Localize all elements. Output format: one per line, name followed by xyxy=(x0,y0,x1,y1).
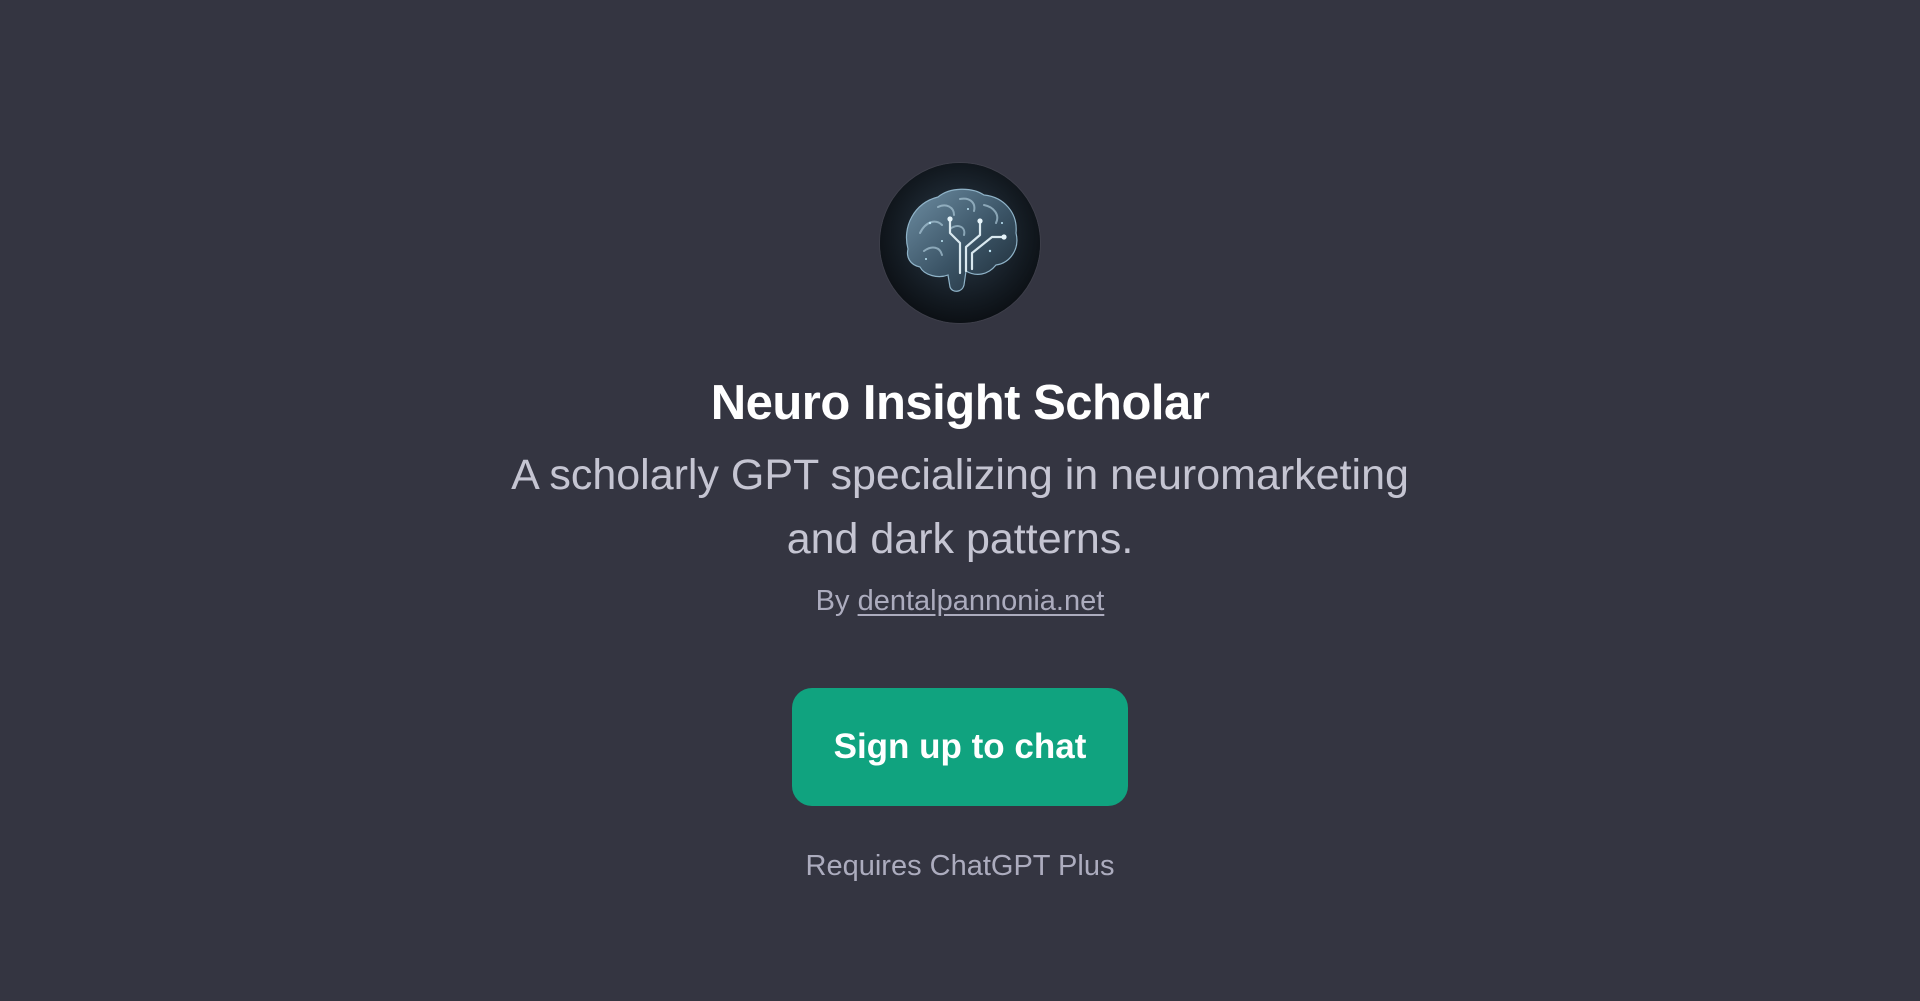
author-byline: By dentalpannonia.net xyxy=(816,585,1105,618)
byline-prefix: By xyxy=(815,584,850,617)
gpt-description-line-2: and dark patterns. xyxy=(786,514,1134,563)
sign-up-to-chat-button[interactable]: Sign up to chat xyxy=(792,687,1128,806)
gpt-title: Neuro Insight Scholar xyxy=(710,376,1210,430)
brain-circuit-icon xyxy=(880,163,1040,323)
gpt-description-line-1: A scholarly GPT specializing in neuromar… xyxy=(511,450,1409,499)
gpt-landing-page: Neuro Insight Scholar A scholarly GPT sp… xyxy=(0,0,1920,1001)
plan-requirement-note: Requires ChatGPT Plus xyxy=(805,849,1115,882)
gpt-description: A scholarly GPT specializing in neuromar… xyxy=(460,443,1460,571)
author-link[interactable]: dentalpannonia.net xyxy=(858,585,1105,617)
